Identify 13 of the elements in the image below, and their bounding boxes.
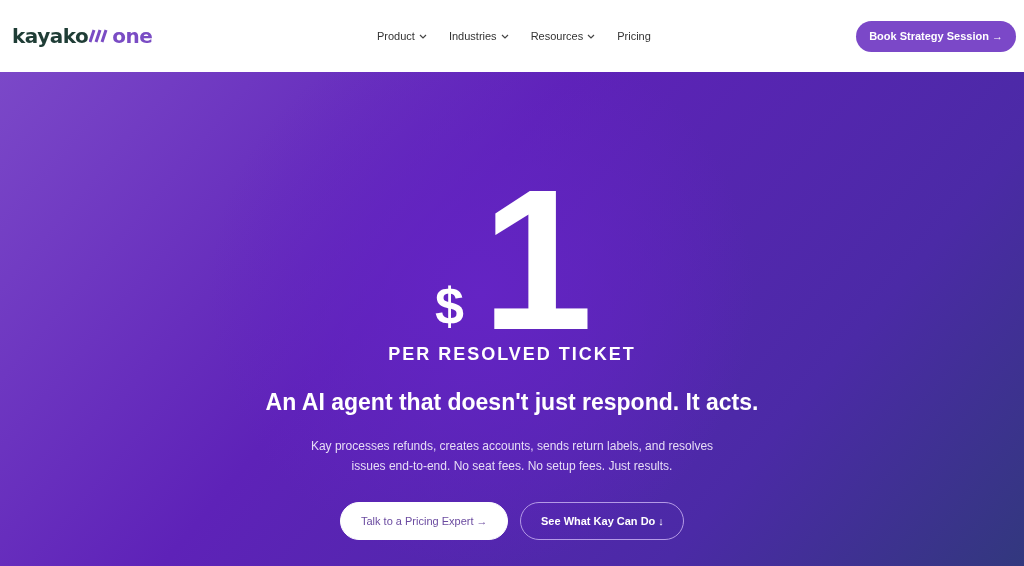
- book-session-button[interactable]: Book Strategy Session →: [856, 20, 1016, 52]
- logo-text: kayako: [12, 24, 89, 48]
- price-unit: PER RESOLVED TICKET: [388, 344, 636, 365]
- nav-link[interactable]: Pricing: [617, 30, 651, 42]
- description: Kay processes refunds, creates accounts, sends return labels, and resolves issues end-to-end. No seat fees. No setup fees. Just results.: [309, 438, 715, 475]
- nav-link[interactable]: Industries: [448, 30, 509, 42]
- logo-suffix: one: [112, 24, 153, 48]
- nav-link[interactable]: Product: [377, 30, 427, 42]
- currency-symbol: $: [434, 280, 464, 332]
- price: 1: [481, 184, 590, 336]
- nav-link[interactable]: Resources: [530, 30, 596, 42]
- pricing-expert-button[interactable]: Talk to a Pricing Expert →: [340, 502, 508, 540]
- headline: An AI agent that doesn't just respond. It acts.: [265, 389, 759, 416]
